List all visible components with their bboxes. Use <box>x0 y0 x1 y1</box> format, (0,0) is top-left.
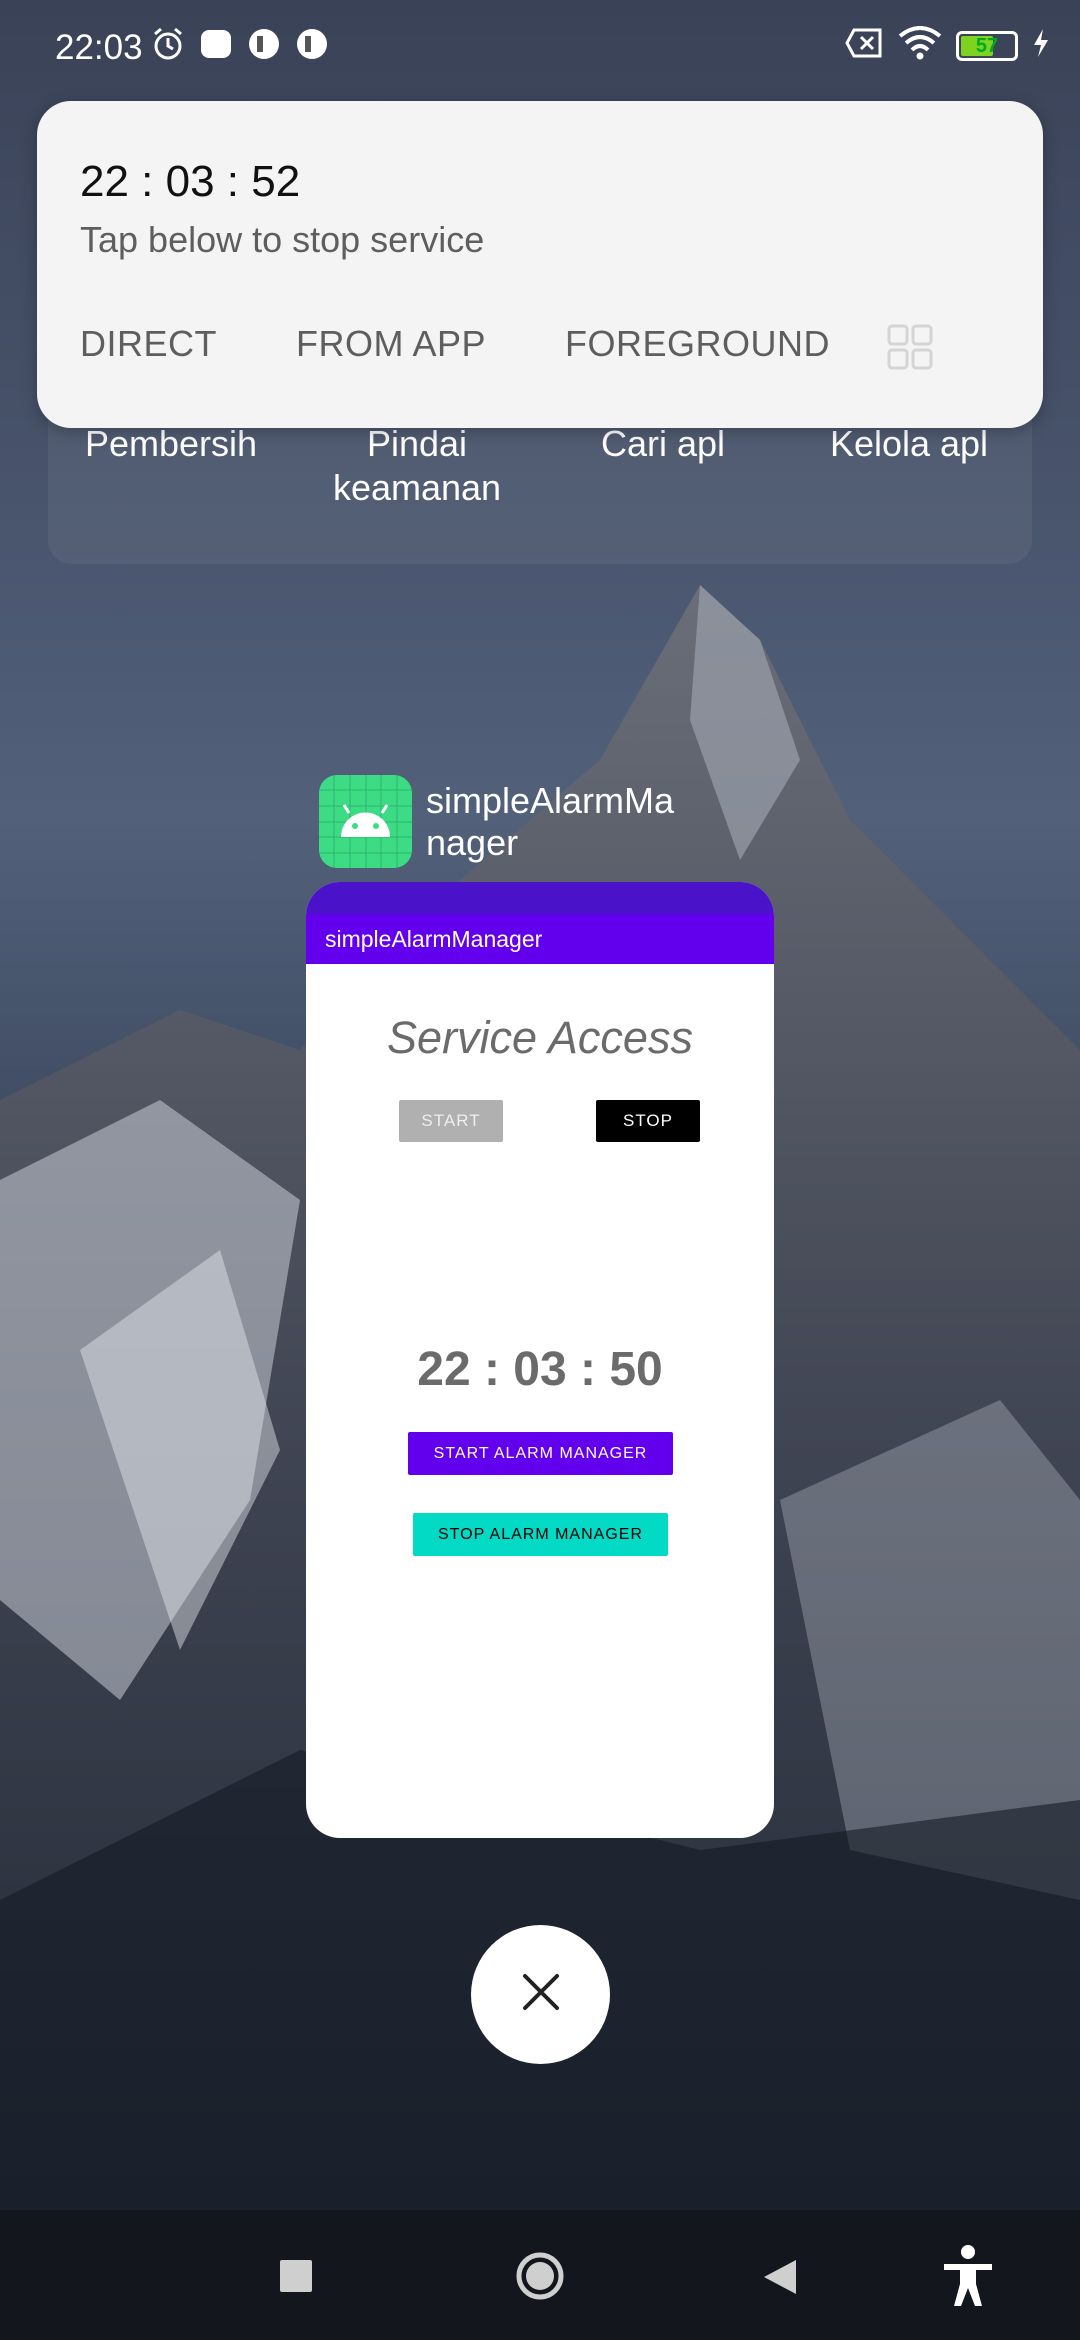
notification-card[interactable]: 22 : 03 : 52 Tap below to stop service D… <box>37 101 1043 428</box>
alarm-clock-icon <box>150 26 186 67</box>
quick-tool-label: Pindai keamanan <box>332 423 502 508</box>
stop-service-button[interactable]: STOP <box>596 1100 700 1142</box>
navigation-bar <box>0 2210 1080 2340</box>
status-bar: 22:03 57 <box>0 0 1080 95</box>
service-access-title: Service Access <box>387 1012 693 1063</box>
quick-tool-find-app[interactable]: Cari apl <box>540 422 786 510</box>
sim-off-icon <box>844 27 884 64</box>
quick-tool-label: Kelola apl <box>829 423 989 464</box>
notification-action-from-app[interactable]: FROM APP <box>296 323 486 365</box>
start-service-button[interactable]: START <box>399 1100 503 1142</box>
status-time: 22:03 <box>55 28 143 67</box>
close-icon <box>521 1972 561 2017</box>
clear-recents-button[interactable] <box>471 1925 610 2064</box>
home-icon[interactable] <box>515 2251 565 2301</box>
app-notification-icon <box>294 26 330 67</box>
notification-action-direct[interactable]: DIRECT <box>80 323 217 365</box>
quick-tool-label: Cari apl <box>600 423 726 464</box>
notification-action-foreground[interactable]: FOREGROUND <box>565 323 830 365</box>
wifi-icon <box>898 26 942 65</box>
start-alarm-manager-button[interactable]: START ALARM MANAGER <box>408 1432 673 1475</box>
notification-timer: 22 : 03 : 52 <box>80 157 301 206</box>
quick-tool-cleaner[interactable]: Pembersih <box>48 422 294 510</box>
app-notification-icon <box>198 26 234 67</box>
recents-icon[interactable] <box>280 2260 312 2292</box>
notification-subtitle: Tap below to stop service <box>80 219 485 260</box>
grid-icon <box>887 324 933 375</box>
accessibility-icon[interactable] <box>940 2244 996 2313</box>
app-notification-icon <box>246 26 282 67</box>
battery-icon: 57 <box>956 30 1018 61</box>
charging-bolt-icon <box>1032 28 1050 63</box>
quick-tool-security-scan[interactable]: Pindai keamanan <box>294 422 540 510</box>
app-timer: 22 : 03 : 50 <box>417 1343 663 1396</box>
battery-level: 57 <box>975 34 999 57</box>
app-toolbar-title: simpleAlarmManager <box>325 926 543 952</box>
stop-alarm-manager-button[interactable]: STOP ALARM MANAGER <box>413 1513 668 1556</box>
android-app-icon <box>319 775 412 868</box>
recent-app-name: simpleAlarmMa nager <box>426 779 675 863</box>
recent-app-header[interactable]: simpleAlarmMa nager <box>319 775 696 868</box>
quick-tool-manage-apps[interactable]: Kelola apl <box>786 422 1032 510</box>
app-toolbar: simpleAlarmManager <box>306 914 774 964</box>
app-status-bar <box>306 882 774 914</box>
recent-app-preview[interactable]: simpleAlarmManager Service Access START … <box>306 882 774 1838</box>
back-icon[interactable] <box>762 2258 798 2301</box>
quick-tool-label: Pembersih <box>84 423 258 464</box>
